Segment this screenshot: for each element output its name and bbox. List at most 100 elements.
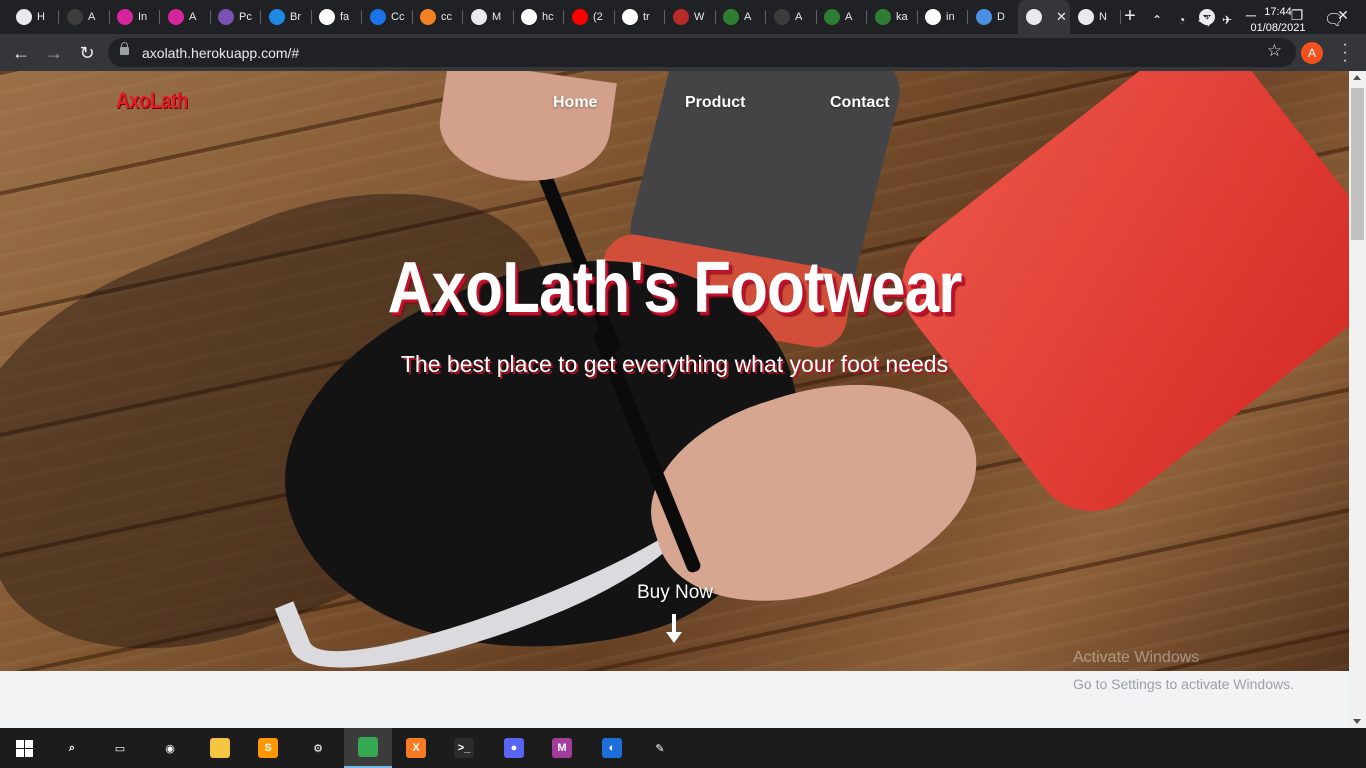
browser-menu-icon[interactable]: · · · (1340, 37, 1350, 69)
browser-tab[interactable]: hc (513, 4, 564, 30)
browser-tab[interactable]: tr (614, 4, 665, 30)
wifi-icon[interactable]: ◔ (1178, 0, 1185, 40)
browser-tab[interactable]: A (816, 4, 867, 30)
browser-tab[interactable]: A (59, 4, 110, 30)
site-navbar: AxoLath Home Product Contact (0, 71, 1349, 135)
app-blue-icon: ◐ (602, 738, 622, 758)
globe-icon (16, 9, 32, 25)
tab-label: tr (643, 11, 650, 23)
tab-label: H (37, 11, 45, 23)
tab-label: ka (896, 11, 908, 23)
taskbar-app[interactable]: X (392, 728, 440, 768)
nav-link-contact[interactable]: Contact (830, 94, 890, 112)
github-icon (774, 9, 790, 25)
system-clock[interactable]: 17:44 01/08/2021 (1246, 4, 1310, 36)
tab-label: M (492, 11, 502, 23)
nav-link-home[interactable]: Home (553, 94, 597, 112)
browser-tab[interactable]: Cc (362, 4, 413, 30)
browser-tab[interactable]: M (463, 4, 514, 30)
browser-tab[interactable]: D (968, 4, 1019, 30)
browser-tab[interactable]: (2 (564, 4, 615, 30)
virus-icon (875, 9, 891, 25)
youtube-icon (572, 9, 588, 25)
flag-icon (319, 9, 335, 25)
browser-tab[interactable]: in (917, 4, 968, 30)
buy-now-link[interactable]: Buy Now (610, 582, 740, 604)
taskbar-app[interactable] (196, 728, 244, 768)
globe-icon (471, 9, 487, 25)
browser-tab[interactable]: N (1070, 4, 1121, 30)
forward-button[interactable]: → (42, 41, 66, 65)
browser-tab[interactable]: W (665, 4, 716, 30)
taskbar-app[interactable]: M (538, 728, 586, 768)
settings-icon: ⚙ (313, 742, 323, 755)
tab-label: N (1099, 11, 1107, 23)
browser-tab[interactable]: A (766, 4, 817, 30)
browser-tab[interactable]: Pc (210, 4, 261, 30)
tab-label: hc (542, 11, 554, 23)
taskbar-app[interactable]: ✎ (636, 728, 684, 768)
volume-icon[interactable]: ◁) (1198, 0, 1211, 40)
browser-tab[interactable]: A (160, 4, 211, 30)
google-icon (925, 9, 941, 25)
taskbar-app[interactable] (344, 728, 392, 768)
reload-button[interactable]: ↻ (75, 41, 99, 65)
input-language-icon[interactable]: ✈ (1222, 0, 1232, 40)
taskbar-app[interactable]: ▭ (96, 728, 144, 768)
page-scrollbar[interactable] (1349, 71, 1366, 728)
discord-icon: ● (504, 738, 524, 758)
scroll-up-arrow-icon[interactable] (1353, 75, 1361, 80)
instagram-icon (168, 9, 184, 25)
arrow-down-icon[interactable] (666, 614, 682, 644)
clock-date: 01/08/2021 (1250, 22, 1306, 34)
browser-tab[interactable]: ✕ (1018, 0, 1070, 34)
windows-taskbar: ⌕ ▭ ◉ S ⚙ X >_ ● M ◐ ✎ (0, 728, 1366, 768)
scroll-thumb[interactable] (1351, 88, 1364, 240)
address-bar[interactable]: axolath.herokuapp.com/# ☆ (108, 38, 1296, 67)
taskbar-app[interactable]: ⌕ (48, 728, 96, 768)
taskbar-app[interactable]: ◐ (588, 728, 636, 768)
start-button[interactable] (0, 728, 48, 768)
tab-label: A (189, 11, 197, 23)
browser-tab[interactable]: In (109, 4, 160, 30)
notifications-icon[interactable]: 🗨 (1324, 0, 1344, 40)
mongodb-compass-icon: M (552, 738, 572, 758)
tray-overflow-icon[interactable]: ⌃ (1152, 0, 1162, 40)
browser-tab[interactable]: H (8, 4, 59, 30)
globe-icon (1026, 9, 1042, 25)
tab-label: Cc (391, 11, 405, 23)
scroll-down-arrow-icon[interactable] (1353, 719, 1361, 724)
profile-avatar[interactable]: A (1301, 42, 1323, 64)
hero-title: AxoLath's Footwear (387, 248, 963, 328)
google-icon (622, 9, 638, 25)
taskbar-app[interactable]: ● (490, 728, 538, 768)
google-icon (521, 9, 537, 25)
site-logo[interactable]: AxoLath (116, 88, 188, 114)
taskbar-app[interactable]: S (244, 728, 292, 768)
tab-label: In (138, 11, 148, 23)
bootstrap-icon (218, 9, 234, 25)
new-tab-button[interactable]: + (1120, 6, 1140, 26)
browser-tab[interactable]: cc (412, 4, 463, 30)
browser-tab[interactable]: A (715, 4, 766, 30)
browser-tab[interactable]: fa (311, 4, 362, 30)
close-tab-icon[interactable]: ✕ (1056, 9, 1067, 25)
taskbar-app[interactable]: ⚙ (294, 728, 342, 768)
lock-icon[interactable] (120, 42, 129, 55)
tab-label: D (997, 11, 1005, 23)
url-text[interactable]: axolath.herokuapp.com/# (142, 45, 299, 61)
taskbar-app[interactable]: >_ (440, 728, 488, 768)
quora-icon (673, 9, 689, 25)
virus-icon (824, 9, 840, 25)
browser-tab[interactable]: Br (261, 4, 312, 30)
chrome-icon (358, 737, 378, 757)
tab-label: A (88, 11, 96, 23)
bookmark-star-icon[interactable]: ☆ (1267, 41, 1282, 61)
browser-tab[interactable]: ka (867, 4, 918, 30)
taskbar-app[interactable]: ◉ (146, 728, 194, 768)
github-icon (67, 9, 83, 25)
tab-label: W (694, 11, 705, 23)
nav-link-product[interactable]: Product (685, 94, 745, 112)
back-button[interactable]: ← (9, 41, 33, 65)
tab-label: Pc (239, 11, 252, 23)
